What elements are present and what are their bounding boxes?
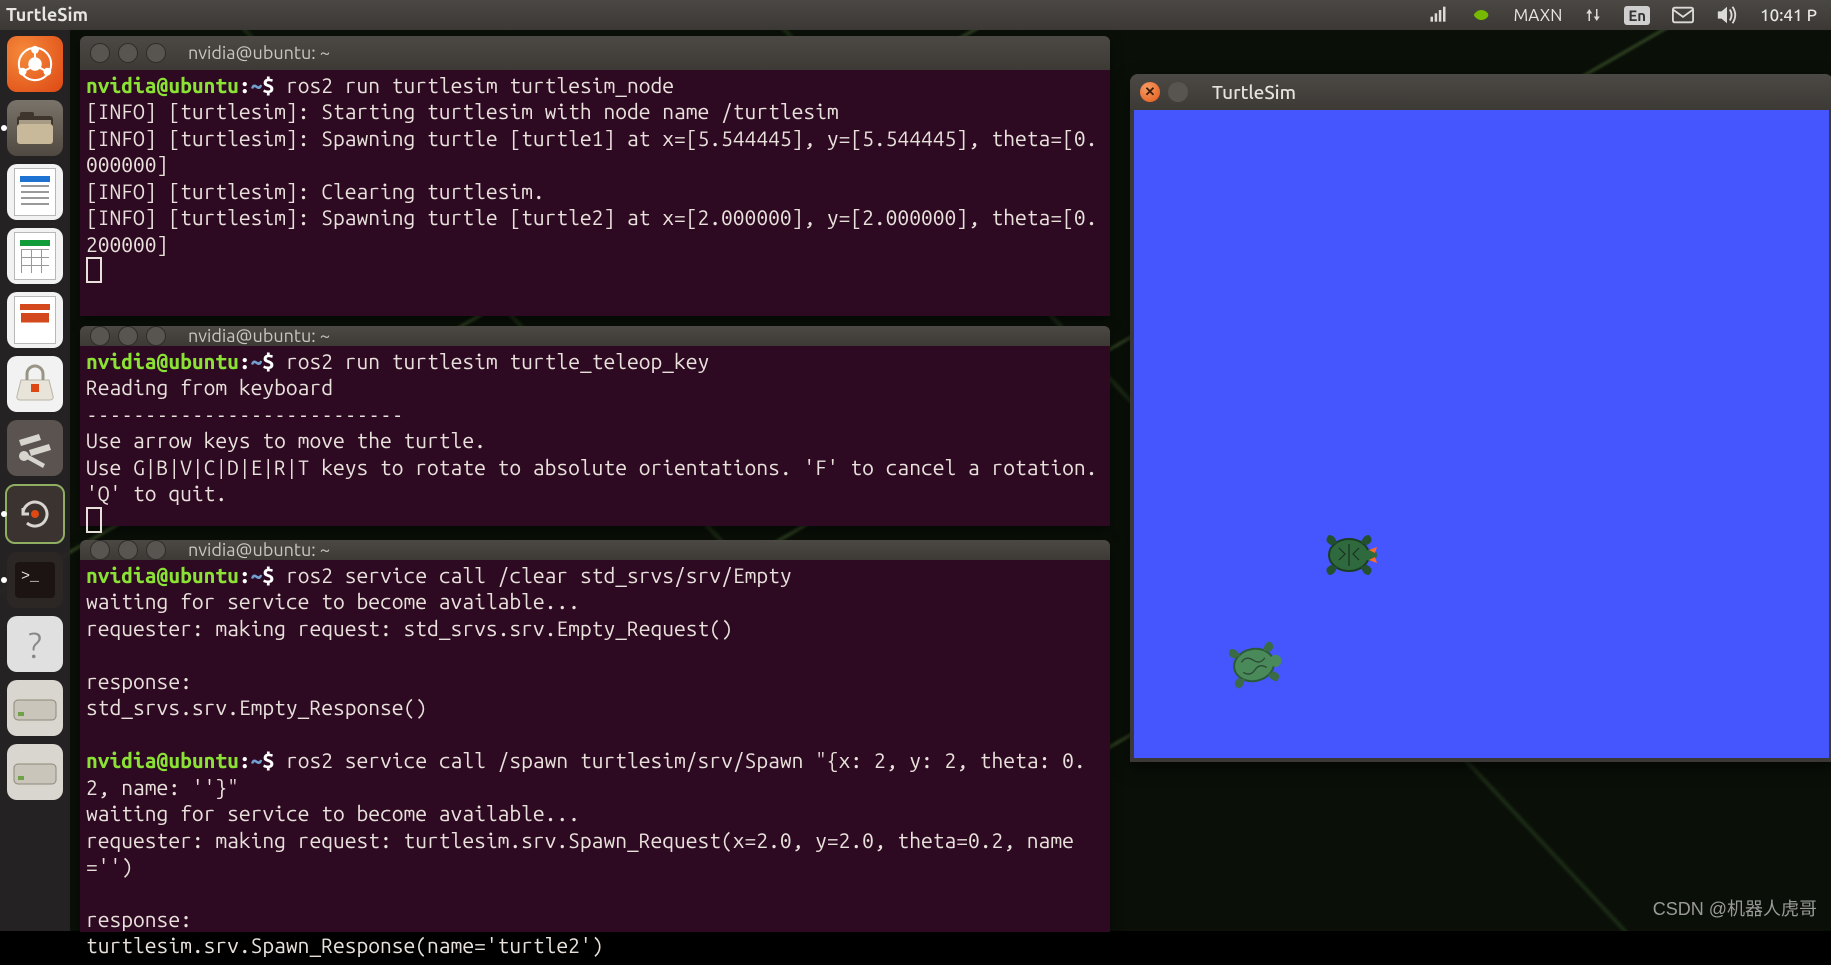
- cursor-icon: [86, 507, 102, 533]
- launcher-files[interactable]: [7, 100, 63, 156]
- active-app-title: TurtleSim: [0, 5, 88, 25]
- network-icon[interactable]: [1428, 5, 1448, 25]
- clock[interactable]: 10:41 P: [1760, 6, 1817, 25]
- launcher-calc[interactable]: [7, 228, 63, 284]
- terminal-2-titlebar[interactable]: nvidia@ubuntu: ~: [80, 326, 1110, 346]
- terminal-2-body[interactable]: nvidia@ubuntu:~$ ros2 run turtlesim turt…: [80, 346, 1110, 540]
- turtlesim-title: TurtleSim: [1212, 81, 1296, 103]
- launcher-writer[interactable]: [7, 164, 63, 220]
- terminal-2-title: nvidia@ubuntu: ~: [188, 326, 330, 346]
- terminal-1-titlebar[interactable]: nvidia@ubuntu: ~: [80, 36, 1110, 70]
- launcher-impress[interactable]: [7, 292, 63, 348]
- turtlesim-titlebar[interactable]: ✕ TurtleSim: [1130, 74, 1831, 110]
- turtle-1: [1319, 530, 1379, 580]
- mail-icon[interactable]: [1672, 6, 1694, 24]
- launcher-drive-1[interactable]: [7, 680, 63, 736]
- terminal-3-title: nvidia@ubuntu: ~: [188, 540, 330, 560]
- close-icon[interactable]: [90, 43, 110, 63]
- terminal-window-1[interactable]: nvidia@ubuntu: ~ nvidia@ubuntu:~$ ros2 r…: [80, 36, 1110, 316]
- minimize-icon[interactable]: [118, 43, 138, 63]
- terminal-window-3[interactable]: nvidia@ubuntu: ~ nvidia@ubuntu:~$ ros2 s…: [80, 540, 1110, 932]
- minimize-icon[interactable]: [1168, 82, 1188, 102]
- launcher-help[interactable]: ?: [7, 616, 63, 672]
- nvidia-icon[interactable]: [1470, 5, 1492, 25]
- maximize-icon[interactable]: [146, 540, 166, 560]
- maximize-icon[interactable]: [146, 326, 166, 346]
- watermark: CSDN @机器人虎哥: [1653, 895, 1817, 921]
- launcher-terminal[interactable]: >_: [7, 552, 63, 608]
- updown-arrows-icon[interactable]: [1584, 6, 1602, 24]
- system-tray: MAXN En 10:41 P: [1428, 5, 1831, 25]
- minimize-icon[interactable]: [118, 326, 138, 346]
- top-panel: TurtleSim MAXN En 10:41 P: [0, 0, 1831, 30]
- launcher-software-center[interactable]: [7, 356, 63, 412]
- terminal-3-titlebar[interactable]: nvidia@ubuntu: ~: [80, 540, 1110, 560]
- keyboard-lang-indicator[interactable]: En: [1624, 6, 1650, 25]
- close-icon[interactable]: [90, 326, 110, 346]
- launcher-dash[interactable]: [7, 36, 63, 92]
- close-icon[interactable]: ✕: [1140, 82, 1160, 102]
- launcher-software-updater[interactable]: [5, 484, 65, 544]
- launcher-drive-2[interactable]: [7, 744, 63, 800]
- close-icon[interactable]: [90, 540, 110, 560]
- maximize-icon[interactable]: [146, 43, 166, 63]
- power-mode-label[interactable]: MAXN: [1514, 6, 1563, 25]
- launcher: >_ ?: [0, 30, 70, 931]
- terminal-1-body[interactable]: nvidia@ubuntu:~$ ros2 run turtlesim turt…: [80, 70, 1110, 291]
- turtle-2: [1220, 635, 1288, 696]
- minimize-icon[interactable]: [118, 540, 138, 560]
- terminal-3-body[interactable]: nvidia@ubuntu:~$ ros2 service call /clea…: [80, 560, 1110, 965]
- launcher-settings[interactable]: [7, 420, 63, 476]
- turtlesim-window[interactable]: ✕ TurtleSim: [1130, 74, 1831, 762]
- volume-icon[interactable]: [1716, 5, 1738, 25]
- cursor-icon: [86, 257, 102, 283]
- terminal-1-title: nvidia@ubuntu: ~: [188, 43, 330, 63]
- terminal-window-2[interactable]: nvidia@ubuntu: ~ nvidia@ubuntu:~$ ros2 r…: [80, 326, 1110, 526]
- turtlesim-canvas[interactable]: [1134, 110, 1829, 758]
- svg-text:>_: >_: [21, 568, 40, 585]
